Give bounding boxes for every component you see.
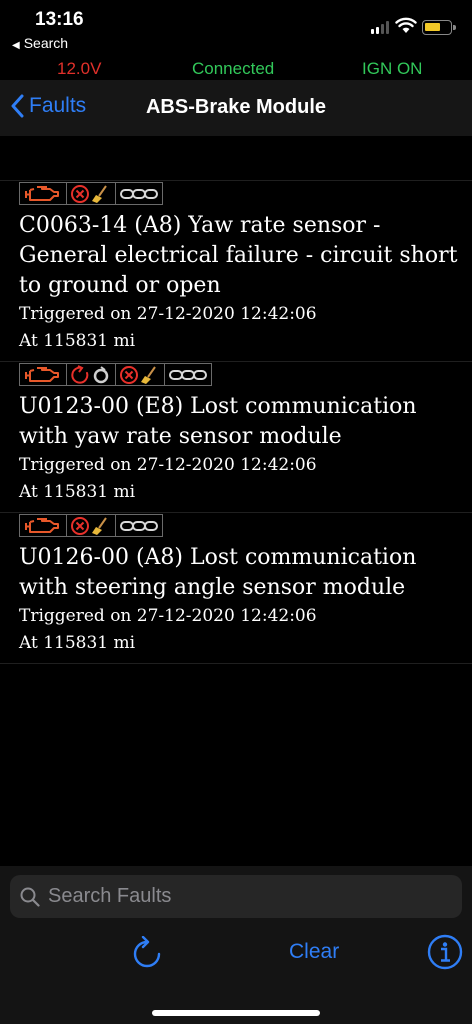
navigation-bar: Faults ABS-Brake Module — [0, 80, 472, 136]
fault-triggered-date: Triggered on 27-12-2020 12:42:06 — [19, 455, 317, 475]
search-icon — [20, 887, 40, 907]
engine-icon — [19, 363, 67, 386]
connection-status: Connected — [192, 59, 275, 78]
clear-fault-icon — [67, 514, 116, 537]
fault-list: C0063-14 (A8) Yaw rate sensor - General … — [0, 180, 472, 664]
back-triangle-icon: ◀ — [12, 40, 20, 51]
ignition-status: IGN ON — [362, 59, 423, 78]
fault-title: U0126-00 (A8) Lost communication with st… — [19, 545, 417, 600]
fault-badges — [19, 362, 472, 386]
freeze-frame-icon — [116, 182, 163, 205]
clear-button[interactable]: Clear — [289, 940, 339, 964]
connection-info-bar: 12.0V Connected IGN ON — [0, 56, 472, 80]
fault-triggered-date: Triggered on 27-12-2020 12:42:06 — [19, 606, 317, 626]
fault-badges — [19, 513, 472, 537]
fault-mileage: At 115831 mi — [19, 482, 136, 502]
engine-icon — [19, 182, 67, 205]
home-indicator — [152, 1010, 320, 1016]
clear-fault-icon — [67, 182, 116, 205]
status-bar: 13:16 ◀ Search — [0, 0, 472, 54]
fault-triggered-date: Triggered on 27-12-2020 12:42:06 — [19, 304, 317, 324]
battery-voltage: 12.0V — [57, 59, 102, 78]
search-bar-container — [0, 866, 472, 926]
engine-icon — [19, 514, 67, 537]
battery-icon — [422, 20, 456, 35]
fault-title: U0123-00 (E8) Lost communication with ya… — [19, 394, 417, 449]
fault-item[interactable]: U0123-00 (E8) Lost communication with ya… — [0, 362, 472, 513]
back-app-label: Search — [23, 35, 69, 51]
fault-mileage: At 115831 mi — [19, 331, 136, 351]
fault-badges — [19, 181, 472, 205]
back-to-app-link[interactable]: ◀ Search — [12, 35, 68, 51]
fault-title: C0063-14 (A8) Yaw rate sensor - General … — [19, 213, 458, 298]
clock: 13:16 — [35, 9, 84, 30]
info-icon[interactable] — [427, 934, 463, 970]
wifi-icon — [395, 17, 417, 33]
fault-mileage: At 115831 mi — [19, 633, 136, 653]
pending-icon — [67, 363, 116, 386]
page-title: ABS-Brake Module — [145, 96, 327, 118]
cellular-signal-icon — [371, 20, 389, 34]
clear-fault-icon — [116, 363, 165, 386]
refresh-icon[interactable] — [131, 936, 163, 970]
freeze-frame-icon — [165, 363, 212, 386]
fault-item[interactable]: C0063-14 (A8) Yaw rate sensor - General … — [0, 181, 472, 362]
freeze-frame-icon — [116, 514, 163, 537]
bottom-toolbar: Clear — [0, 926, 472, 1024]
fault-item[interactable]: U0126-00 (A8) Lost communication with st… — [0, 513, 472, 664]
search-field[interactable] — [10, 875, 462, 918]
search-input[interactable] — [48, 885, 448, 908]
